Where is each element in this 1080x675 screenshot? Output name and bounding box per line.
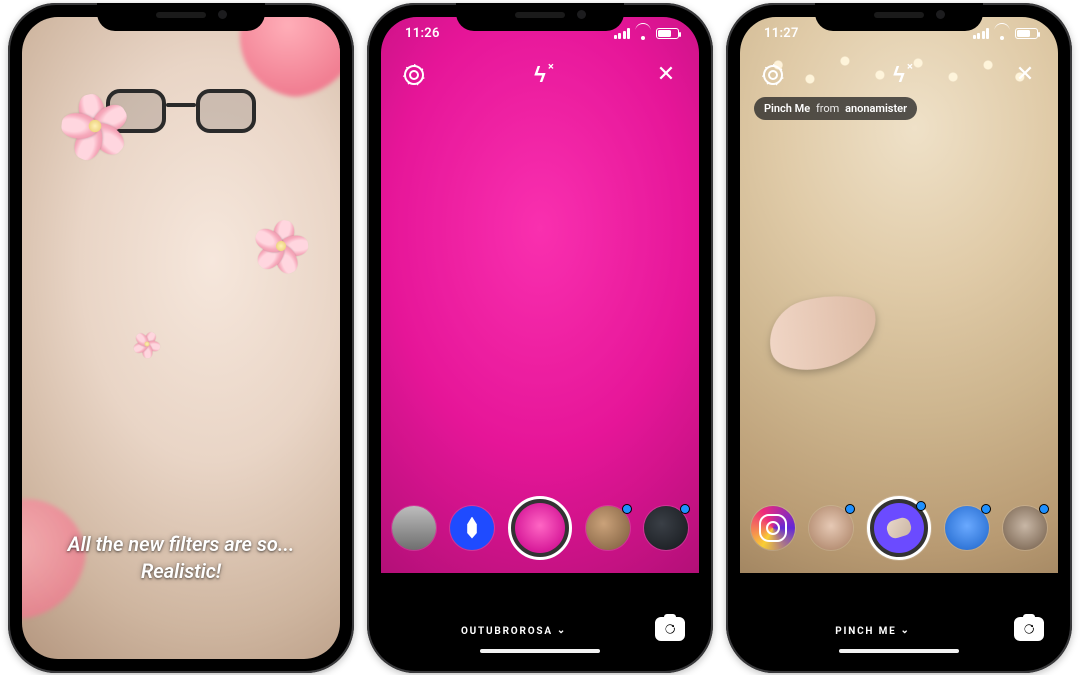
wifi-icon <box>635 28 651 40</box>
magenta-tint <box>381 17 699 573</box>
phone-notch <box>97 3 265 31</box>
home-indicator[interactable] <box>480 649 600 653</box>
story-caption[interactable]: All the new filters are so... Realistic! <box>22 531 340 585</box>
phone-notch <box>815 3 983 31</box>
new-badge <box>680 504 690 514</box>
phone-notch <box>456 3 624 31</box>
effects-tray[interactable] <box>381 491 699 565</box>
effect-brown[interactable] <box>586 506 630 550</box>
filter-pill-name: Pinch Me <box>764 102 810 115</box>
flash-off-icon: ϟ <box>893 62 905 88</box>
effect-photo[interactable] <box>945 506 989 550</box>
settings-icon <box>763 65 783 85</box>
camera-viewport: 11:27 ϟ ✕ Pinch Me fro <box>740 17 1058 659</box>
close-icon: ✕ <box>657 64 675 86</box>
status-time: 11:26 <box>405 26 440 41</box>
shutter-inner <box>515 503 565 553</box>
settings-button[interactable] <box>756 58 790 92</box>
filter-name-label: PINCH ME <box>835 626 896 637</box>
effect-gray[interactable] <box>392 506 436 550</box>
settings-button[interactable] <box>397 58 431 92</box>
switch-camera-button[interactable] <box>655 617 685 641</box>
battery-icon <box>656 28 679 39</box>
camera-bottom-bar: OUTUBROROSA ⌄ <box>381 573 699 659</box>
story-caption-line2: Realistic! <box>141 559 221 583</box>
effect-outubrorosa[interactable] <box>508 496 572 560</box>
battery-icon <box>1015 28 1038 39</box>
close-button[interactable]: ✕ <box>1008 58 1042 92</box>
filter-name-button[interactable]: OUTUBROROSA ⌄ <box>381 626 647 637</box>
new-badge <box>1039 504 1049 514</box>
phone-screen: All the new filters are so... Realistic! <box>22 17 340 659</box>
new-badge <box>622 504 632 514</box>
close-icon: ✕ <box>1016 64 1034 86</box>
filter-pill-from: from <box>816 102 839 115</box>
phone-screen: 11:26 ϟ ✕ <box>381 17 699 659</box>
switch-camera-icon <box>662 621 678 637</box>
camera-top-bar: ϟ ✕ <box>740 55 1058 95</box>
filter-name-button[interactable]: PINCH ME ⌄ <box>740 626 1006 637</box>
flower-sticker-1[interactable] <box>59 89 131 161</box>
effect-man[interactable] <box>1003 506 1047 550</box>
phone-1: All the new filters are so... Realistic! <box>8 3 354 673</box>
effect-water[interactable] <box>450 506 494 550</box>
wifi-icon <box>994 28 1010 40</box>
filter-pill-author: anonamister <box>845 102 907 115</box>
status-indicators <box>614 28 680 40</box>
filter-attribution-pill[interactable]: Pinch Me from anonamister <box>754 97 917 120</box>
shutter-inner <box>874 503 924 553</box>
camera-viewport: 11:26 ϟ ✕ <box>381 17 699 659</box>
camera-top-bar: ϟ ✕ <box>381 55 699 95</box>
three-phone-comparison: All the new filters are so... Realistic!… <box>0 0 1080 675</box>
effect-dark[interactable] <box>644 506 688 550</box>
effect-face[interactable] <box>809 506 853 550</box>
status-time: 11:27 <box>764 26 799 41</box>
flash-off-icon: ϟ <box>534 62 546 88</box>
phone-2: 11:26 ϟ ✕ <box>367 3 713 673</box>
filter-name-label: OUTUBROROSA <box>461 626 553 637</box>
sunglasses-on-head <box>106 89 256 133</box>
close-button[interactable]: ✕ <box>649 58 683 92</box>
phone-3: 11:27 ϟ ✕ Pinch Me fro <box>726 3 1072 673</box>
effects-tray[interactable] <box>740 491 1058 565</box>
story-editor-viewport: All the new filters are so... Realistic! <box>22 17 340 659</box>
settings-icon <box>404 65 424 85</box>
flash-toggle-button[interactable]: ϟ <box>882 58 916 92</box>
home-indicator[interactable] <box>839 649 959 653</box>
cellular-icon <box>614 28 631 39</box>
camera-bottom-bar: PINCH ME ⌄ <box>740 573 1058 659</box>
status-indicators <box>973 28 1039 40</box>
new-badge <box>845 504 855 514</box>
story-caption-line1: All the new filters are so... <box>68 532 295 556</box>
switch-camera-icon <box>1021 621 1037 637</box>
flash-toggle-button[interactable]: ϟ <box>523 58 557 92</box>
cellular-icon <box>973 28 990 39</box>
flower-sticker-2[interactable] <box>252 216 310 274</box>
effect-instagram[interactable] <box>751 506 795 550</box>
switch-camera-button[interactable] <box>1014 617 1044 641</box>
new-badge <box>916 501 926 511</box>
chevron-down-icon: ⌄ <box>557 625 567 636</box>
new-badge <box>981 504 991 514</box>
effect-pinch-me[interactable] <box>867 496 931 560</box>
chevron-down-icon: ⌄ <box>901 625 911 636</box>
phone-screen: 11:27 ϟ ✕ Pinch Me fro <box>740 17 1058 659</box>
